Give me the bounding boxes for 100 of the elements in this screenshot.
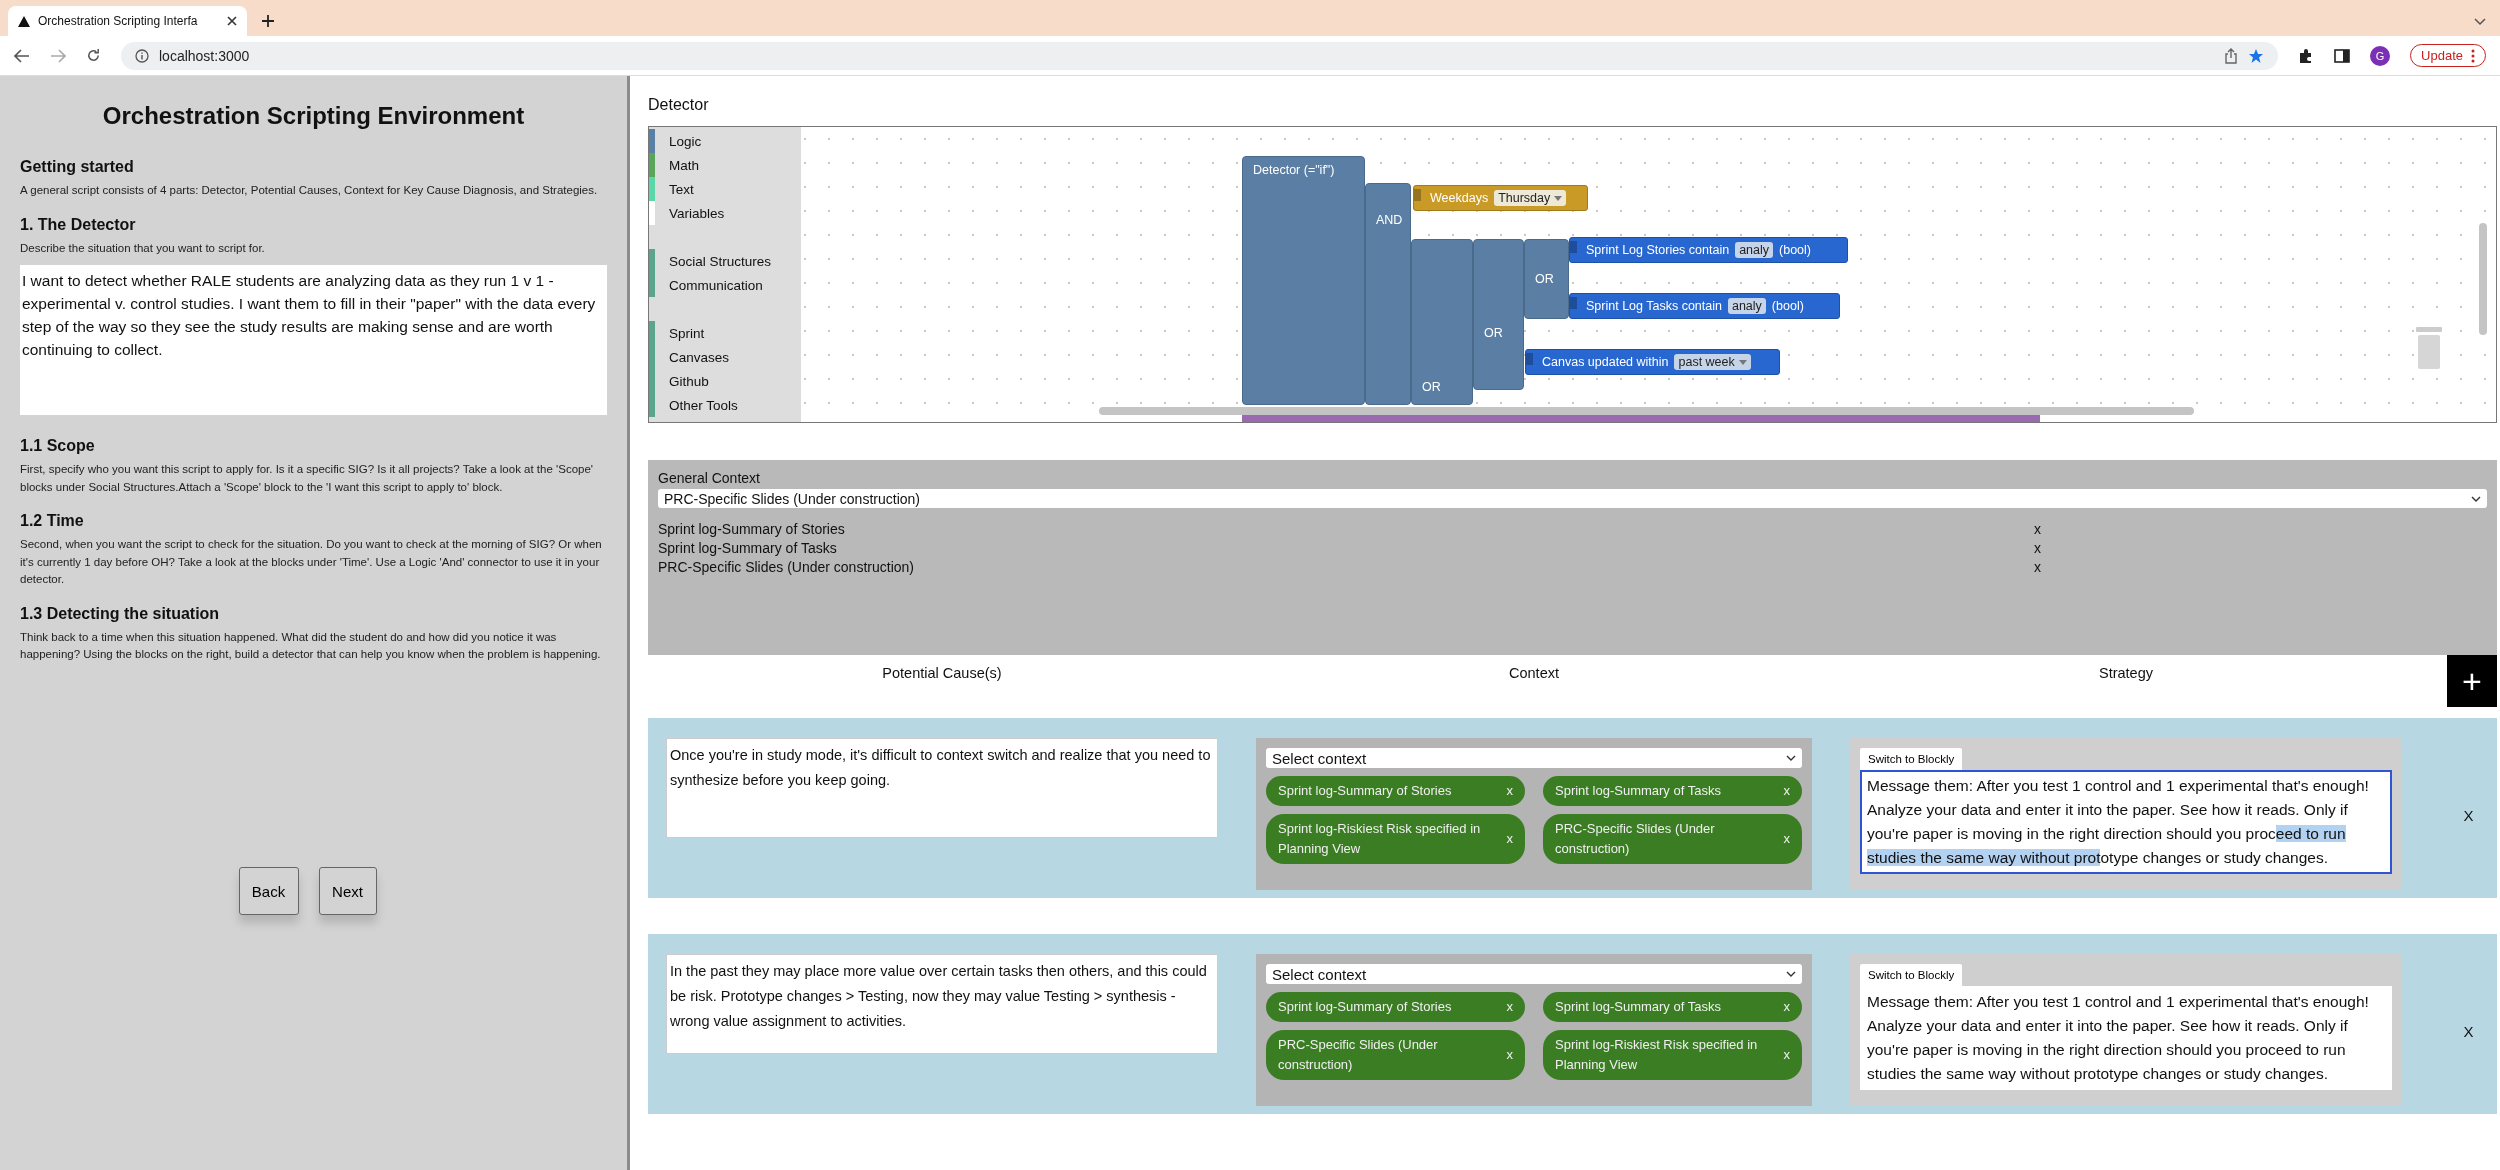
code-block[interactable]: AND (1365, 183, 1411, 405)
caret-icon (1554, 195, 1563, 201)
block-label: Sprint Log Stories contain (1586, 243, 1730, 257)
column-header: Potential Cause(s) (881, 664, 1003, 681)
code-block[interactable]: OR (1473, 239, 1524, 390)
nav-button[interactable]: Back (238, 867, 299, 916)
context-chip[interactable]: Sprint log-Summary of Stories x (1266, 992, 1525, 1022)
code-block[interactable]: Detector (="if") (1242, 156, 1365, 405)
remove-link[interactable]: x (1506, 1045, 1513, 1065)
instruction-text: First, specify who you want this script to apply for. Is it a specific SIG? Is it all projects? Take a look at the 'Scope' blocks under Social Structures.Attach a 'Scope' block to the 'I want this script to apply to' block. (20, 462, 595, 495)
chip-label: Sprint log-Summary of Stories (1278, 998, 1452, 1016)
caret-icon (1738, 359, 1747, 365)
chevron-down-icon (1786, 755, 1796, 761)
context-chip[interactable]: Sprint log-Summary of Tasks x (1543, 992, 1802, 1022)
blockly-workspace[interactable] (648, 126, 2497, 423)
section-heading: Getting started (20, 158, 135, 176)
context-chip[interactable]: PRC-Specific Slides (Under construction) x (1266, 1030, 1525, 1080)
toolbox-category[interactable]: Text (649, 177, 801, 201)
cause-textarea[interactable]: In the past they may place more value over certain tasks then others, and this could be risk. Prototype changes > Testing, now they may value Testing > synthesis - wrong value assignment to activities. (666, 954, 1218, 1054)
code-block[interactable]: Sprint Log Tasks contain analy (bool) (1569, 293, 1840, 319)
instruction-text: Describe the situation that you want to script for. (20, 240, 266, 256)
code-block[interactable]: Sprint Log Stories contain analy (bool) (1569, 237, 1848, 263)
code-block[interactable]: OR (1524, 239, 1569, 319)
toolbox-category[interactable]: Logic (649, 129, 801, 153)
remove-row-link[interactable]: X (2463, 806, 2474, 824)
remove-link[interactable]: x (1506, 781, 1513, 801)
context-item: PRC-Specific Slides (Under construction) (658, 558, 915, 577)
remove-link[interactable]: x (1506, 829, 1513, 849)
info-icon (135, 48, 149, 63)
column-header: Strategy (2098, 664, 2154, 681)
toolbox-category[interactable]: Other Tools (649, 393, 801, 417)
section-heading: 1. The Detector (20, 215, 137, 234)
triangle-icon (18, 15, 30, 27)
profile-avatar[interactable]: G (2370, 45, 2391, 66)
scrollbar[interactable] (1099, 407, 2194, 415)
toolbox-category[interactable]: Math (649, 153, 801, 177)
block-field[interactable]: analy (1735, 242, 1774, 258)
remove-link[interactable]: x (1783, 829, 1790, 849)
app-title: Orchestration Scripting Environment (101, 102, 526, 130)
code-block[interactable]: Weekdays Thursday (1413, 185, 1588, 211)
toolbox-category[interactable]: Variables (649, 201, 801, 225)
remove-link[interactable]: x (2034, 539, 2487, 558)
new-tab-icon[interactable] (261, 14, 275, 28)
share-icon[interactable] (2224, 47, 2239, 64)
address-field[interactable]: localhost:3000 (121, 41, 2279, 70)
sidebar-icon[interactable] (2334, 48, 2351, 63)
block-label: OR (1535, 272, 1554, 286)
close-icon[interactable] (227, 16, 237, 26)
reload-icon[interactable] (86, 48, 101, 63)
remove-link[interactable]: x (1783, 997, 1790, 1017)
section-heading: 1.3 Detecting the situation (20, 604, 221, 623)
situation-textarea[interactable]: I want to detect whether RALE students are analyzing data as they run 1 v 1 - experimental v. control studies. I want them to fill in their "paper" with the data every step of the way so they see the study results are making sense and are worth continuing to collect. (20, 265, 607, 415)
chip-label: Sprint log-Riskiest Risk specified in Planning View (1278, 820, 1482, 858)
toolbox-category[interactable]: Communication (649, 273, 801, 297)
context-select[interactable]: Select context (1266, 964, 1802, 984)
update-button[interactable]: Update (2410, 44, 2486, 67)
block-label: OR (1422, 380, 1441, 394)
remove-link[interactable]: x (1783, 781, 1790, 801)
block-dropdown[interactable]: past week (1674, 354, 1751, 370)
browser-tab[interactable]: Orchestration Scripting Interfa (8, 6, 247, 36)
context-chip[interactable]: Sprint log-Riskiest Risk specified in Planning View x (1543, 1030, 1802, 1080)
chip-label: PRC-Specific Slides (Under construction) (1555, 820, 1716, 858)
block-field[interactable]: analy (1727, 298, 1766, 314)
chip-label: Sprint log-Summary of Stories (1278, 782, 1452, 800)
switch-button[interactable]: Switch to Blockly (1860, 748, 1963, 770)
block-dropdown[interactable]: Thursday (1494, 190, 1567, 206)
toolbox-category[interactable]: Sprint (649, 321, 801, 345)
tab-title: Orchestration Scripting Interfa (38, 14, 199, 28)
toolbox-category[interactable]: Canvases (649, 345, 801, 369)
nav-button[interactable]: Next (318, 867, 377, 916)
instruction-text: Think back to a time when this situation happened. What did the student do and how did you notice it was happening? Using the blocks on the right, build a detector that can help you know when the problem is happening. (20, 629, 602, 662)
remove-link[interactable]: x (1783, 1045, 1790, 1065)
context-select[interactable]: Select context (1266, 748, 1802, 768)
add-button[interactable]: + (2447, 655, 2497, 707)
block-label: Weekdays (1430, 191, 1489, 205)
chevron-down-icon[interactable] (2474, 18, 2486, 26)
scrollbar[interactable] (2479, 223, 2487, 335)
context-chip[interactable]: Sprint log-Summary of Stories x (1266, 776, 1525, 806)
remove-row-link[interactable]: X (2463, 1022, 2474, 1040)
strategy-textarea[interactable]: Message them: After you test 1 control and 1 experimental that's enough! Analyze your data and enter it into the paper. See how it reads. Only if you're paper is moving in the right direction should you proceed to run studies the same way without prototype changes or study changes. (1860, 986, 2392, 1090)
context-select[interactable]: PRC-Specific Slides (Under construction) (658, 489, 2487, 508)
star-icon[interactable] (2248, 47, 2265, 64)
more-icon[interactable] (2471, 48, 2475, 63)
context-chip[interactable]: Sprint log-Riskiest Risk specified in Planning View x (1266, 814, 1525, 864)
strategy-textarea[interactable]: Message them: After you test 1 control and 1 experimental that's enough! Analyze your data and enter it into the paper. See how it reads. Only if you're paper is moving in the right direction should you proceed to run studies the same way without prototype changes or study changes. (1860, 770, 2392, 874)
code-block[interactable]: Canvas updated within past week (1525, 349, 1780, 375)
chip-label: PRC-Specific Slides (Under construction) (1278, 1036, 1439, 1074)
block-label: (bool) (1779, 243, 1811, 257)
remove-link[interactable]: x (2034, 558, 2487, 577)
switch-button[interactable]: Switch to Blockly (1860, 964, 1963, 986)
cause-textarea[interactable]: Once you're in study mode, it's difficult to context switch and realize that you need to synthesize before you keep going. (666, 738, 1218, 838)
toolbox-category[interactable]: Github (649, 369, 801, 393)
remove-link[interactable]: x (1506, 997, 1513, 1017)
remove-link[interactable]: x (2034, 520, 2487, 539)
back-icon[interactable] (14, 48, 30, 63)
context-chip[interactable]: Sprint log-Summary of Tasks x (1543, 776, 1802, 806)
context-chip[interactable]: PRC-Specific Slides (Under construction) x (1543, 814, 1802, 864)
code-block[interactable]: OR (1411, 239, 1473, 405)
toolbox-category[interactable]: Social Structures (649, 249, 801, 273)
panel-title: General Context (658, 470, 761, 486)
